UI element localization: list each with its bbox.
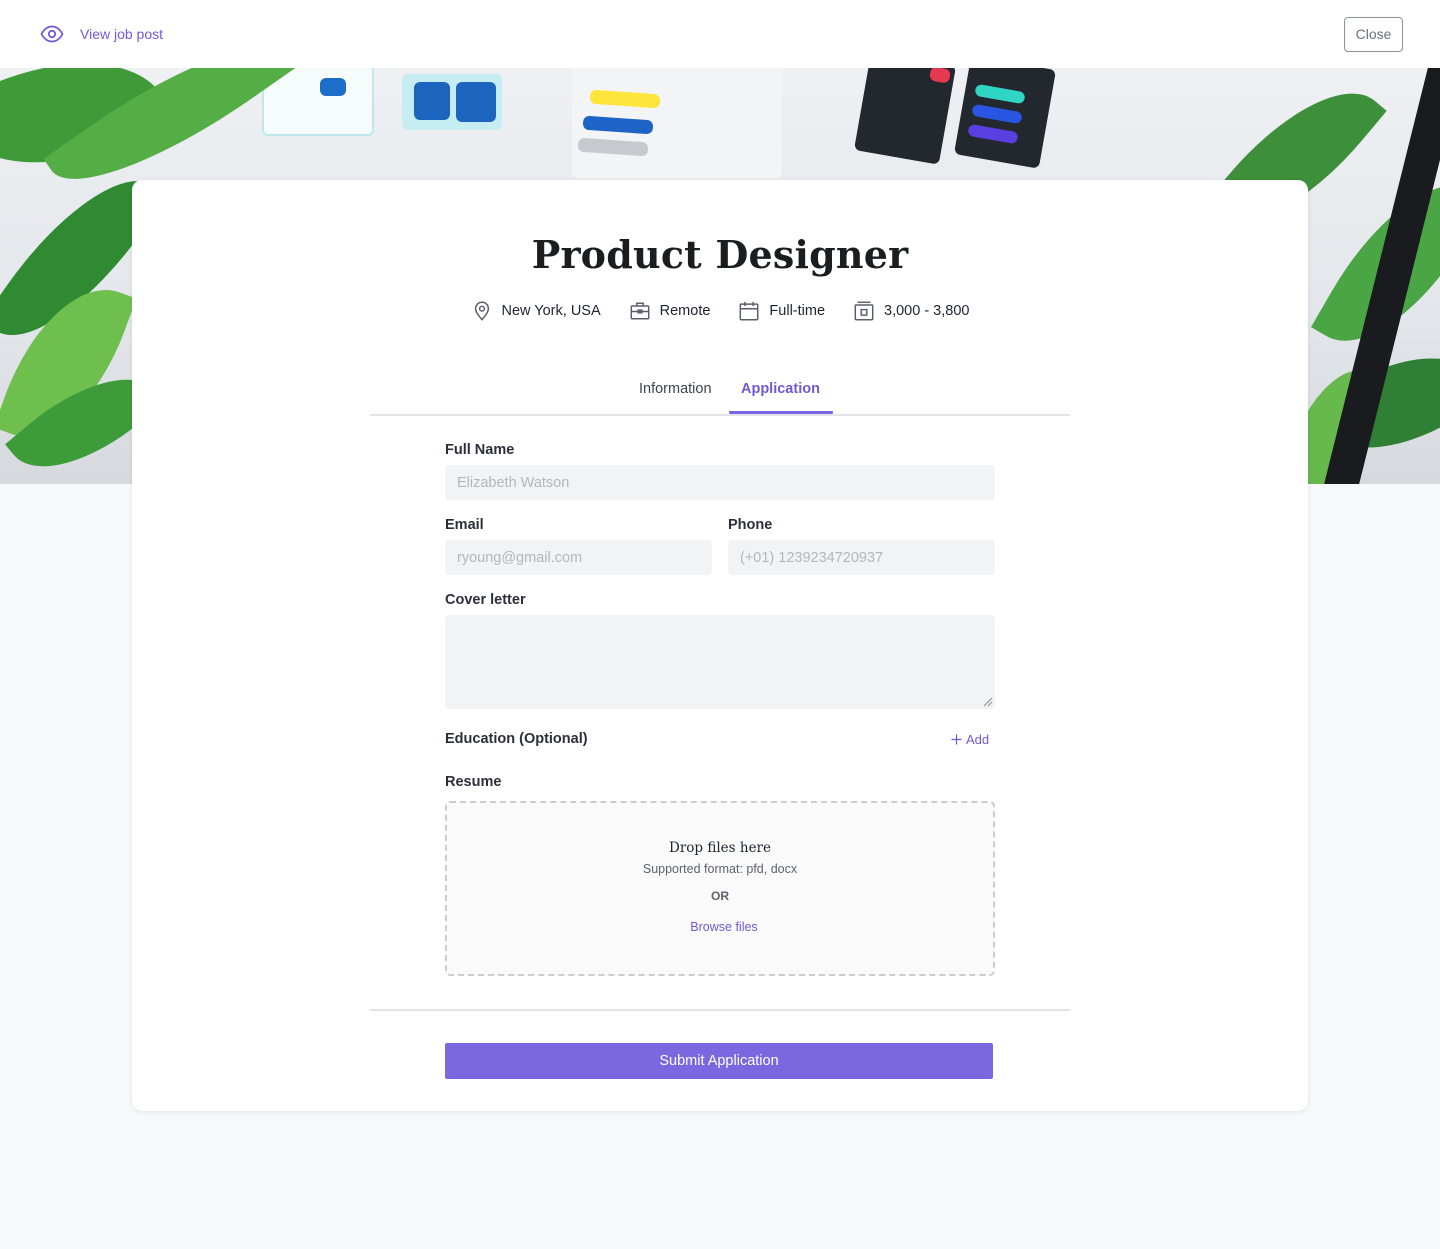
resume-dropzone[interactable]: Drop files here Supported format: pfd, d… xyxy=(445,801,995,976)
active-tab-indicator xyxy=(729,411,833,414)
job-title: Product Designer xyxy=(531,232,909,277)
tab-bar: Information Application xyxy=(370,370,1070,416)
email-input[interactable] xyxy=(445,540,712,575)
add-education-label: Add xyxy=(966,732,990,747)
job-application-card: Product Designer New York, USA Remote Fu… xyxy=(132,180,1308,1111)
education-label: Education (Optional) xyxy=(445,731,588,747)
full-name-label: Full Name xyxy=(445,442,515,458)
add-education-button[interactable]: Add xyxy=(951,732,989,747)
briefcase-icon xyxy=(630,302,650,320)
cover-letter-label: Cover letter xyxy=(445,592,526,608)
phone-label: Phone xyxy=(728,517,773,533)
phone-input[interactable] xyxy=(728,540,995,575)
full-name-input[interactable] xyxy=(445,465,995,500)
form-divider xyxy=(370,1009,1070,1011)
tab-information[interactable]: Information xyxy=(639,381,712,397)
eye-icon xyxy=(40,25,64,43)
job-meta: New York, USA Remote Full-time 3,000 - 3… xyxy=(132,300,1308,322)
view-job-post-label: View job post xyxy=(80,26,164,42)
plus-icon xyxy=(951,734,962,745)
resize-handle-icon[interactable] xyxy=(981,695,993,707)
job-employment-label: Full-time xyxy=(769,303,826,319)
top-bar: View job post Close xyxy=(0,0,1440,68)
resume-label: Resume xyxy=(445,774,502,790)
job-employment: Full-time xyxy=(738,300,825,322)
cover-letter-textarea[interactable] xyxy=(445,615,995,709)
screen-panel xyxy=(320,78,346,96)
job-salary: 3,000 - 3,800 xyxy=(853,300,969,322)
job-work-type-label: Remote xyxy=(659,303,711,319)
screen-panel xyxy=(853,68,957,165)
dropzone-or-separator: OR xyxy=(711,889,729,903)
submit-application-button[interactable]: Submit Application xyxy=(445,1043,993,1079)
calendar-icon xyxy=(739,301,759,321)
money-icon xyxy=(854,301,874,321)
email-label: Email xyxy=(445,517,484,533)
dropzone-format-hint: Supported format: pfd, docx xyxy=(642,862,798,876)
map-pin-icon xyxy=(474,301,489,321)
dropzone-title: Drop files here xyxy=(669,840,771,856)
job-salary-label: 3,000 - 3,800 xyxy=(884,303,970,319)
view-job-post-link[interactable]: View job post xyxy=(40,22,163,46)
browse-files-link[interactable]: Browse files xyxy=(451,920,997,934)
job-location-label: New York, USA xyxy=(501,303,601,319)
screen-panel xyxy=(456,82,496,122)
close-button[interactable]: Close xyxy=(1344,16,1403,52)
job-location: New York, USA xyxy=(471,300,601,322)
tab-application[interactable]: Application xyxy=(741,381,820,397)
job-work-type: Remote xyxy=(629,300,711,322)
screen-panel xyxy=(414,82,450,120)
